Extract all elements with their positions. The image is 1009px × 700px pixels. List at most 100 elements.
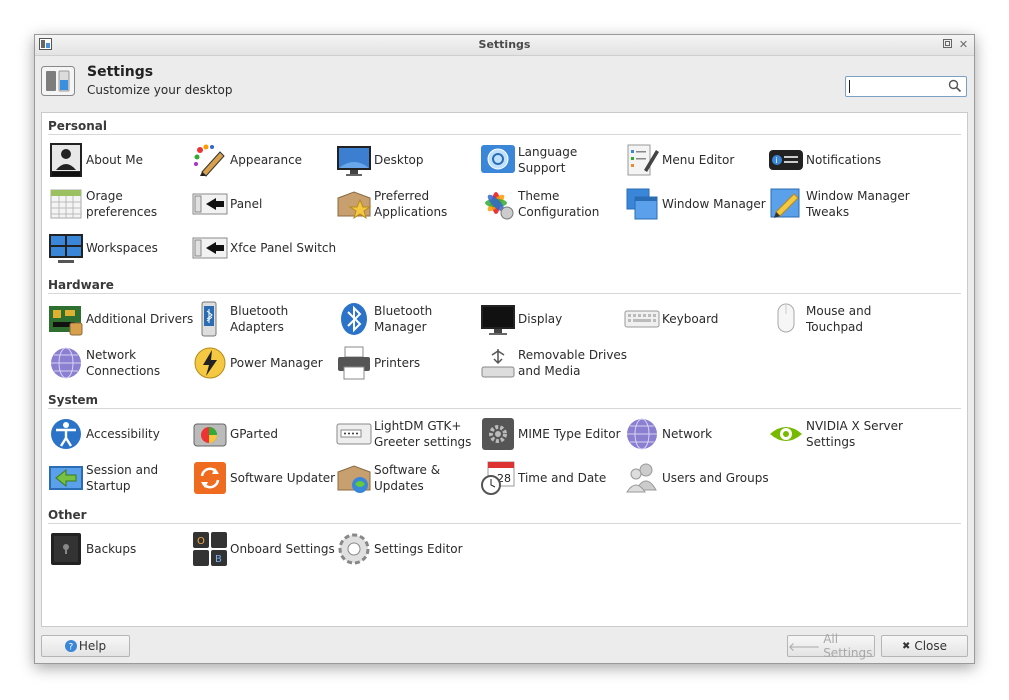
svg-text:B: B <box>215 554 222 565</box>
window-manager-tweaks-item[interactable]: Window Manager Tweaks <box>768 182 910 222</box>
window-manager-item[interactable]: Window Manager <box>624 182 766 222</box>
removable-drive-icon <box>481 349 515 378</box>
software-updater-item[interactable]: Software Updater <box>192 456 335 496</box>
close-icon: ✖ <box>901 640 911 652</box>
lightdm-greeter-settings-item[interactable]: LightDM GTK+ Greeter settings <box>336 412 476 452</box>
keyboard-item[interactable]: Keyboard <box>624 297 764 337</box>
header-subtitle: Customize your desktop <box>87 83 233 97</box>
backups-icon <box>51 533 81 565</box>
language-support-item[interactable]: Language Support <box>480 138 620 178</box>
appearance-icon <box>194 144 225 177</box>
settings-grid: Personal About Me Appearance Desktop Lan… <box>41 112 968 627</box>
display-icon <box>481 305 515 335</box>
menu-editor-item[interactable]: Menu Editor <box>624 138 764 178</box>
xfce-panel-switch-item[interactable]: Xfce Panel Switch <box>192 226 336 266</box>
section-divider <box>48 293 961 294</box>
software-and-updates-item[interactable]: Software & Updates <box>336 456 476 496</box>
text-caret <box>849 80 850 93</box>
users-and-groups-item[interactable]: Users and Groups <box>624 456 769 496</box>
power-manager-item[interactable]: Power Manager <box>192 341 332 381</box>
section-system: System <box>48 393 98 407</box>
users-groups-icon <box>626 463 657 493</box>
software-updates-icon <box>337 465 371 493</box>
settings-editor-icon <box>338 533 370 565</box>
lightdm-icon <box>336 423 372 445</box>
bluetooth-adapters-item[interactable]: Bluetooth Adapters <box>192 297 332 337</box>
onboard-settings-item[interactable]: OB Onboard Settings <box>192 527 335 567</box>
additional-drivers-item[interactable]: Additional Drivers <box>48 297 193 337</box>
theme-configuration-icon <box>485 192 514 220</box>
desktop-icon <box>337 146 371 176</box>
panel-item[interactable]: Panel <box>192 182 332 222</box>
settings-window: Settings ✕ Settings Customize your deskt… <box>34 34 975 664</box>
maximize-button[interactable] <box>941 38 954 51</box>
mime-type-editor-item[interactable]: MIME Type Editor <box>480 412 621 452</box>
gparted-item[interactable]: GParted <box>192 412 332 452</box>
window-manager-icon <box>626 188 658 220</box>
close-button[interactable]: ✖ Close <box>881 635 968 657</box>
svg-text:?: ? <box>68 643 73 653</box>
bluetooth-manager-item[interactable]: Bluetooth Manager <box>336 297 476 337</box>
title-bar: Settings ✕ <box>35 35 974 56</box>
header: Settings Customize your desktop <box>35 56 974 106</box>
svg-text:O: O <box>197 536 205 547</box>
header-title: Settings <box>87 64 154 80</box>
settings-editor-item[interactable]: Settings Editor <box>336 527 476 567</box>
time-date-icon: 28 <box>481 461 515 495</box>
notifications-item[interactable]: i Notifications <box>768 138 908 178</box>
backups-item[interactable]: Backups <box>48 527 188 567</box>
additional-drivers-icon <box>49 306 83 336</box>
keyboard-icon <box>624 310 660 328</box>
close-icon: ✕ <box>958 38 969 51</box>
display-item[interactable]: Display <box>480 297 620 337</box>
accessibility-icon <box>51 419 81 449</box>
nvidia-x-server-settings-item[interactable]: NVIDIA X Server Settings <box>768 412 908 452</box>
window-manager-tweaks-icon <box>770 188 800 218</box>
network-item[interactable]: Network <box>624 412 764 452</box>
all-settings-button[interactable]: 🡐 All Settings <box>787 632 875 660</box>
help-button[interactable]: ? Help <box>41 635 130 657</box>
search-icon[interactable] <box>948 79 962 93</box>
session-and-startup-item[interactable]: Session and Startup <box>48 456 188 496</box>
notifications-icon: i <box>769 150 803 170</box>
theme-configuration-item[interactable]: Theme Configuration <box>480 182 620 222</box>
close-window-button[interactable]: ✕ <box>957 38 970 51</box>
section-hardware: Hardware <box>48 278 114 292</box>
menu-editor-icon <box>627 144 659 176</box>
mouse-icon <box>777 303 795 333</box>
appearance-item[interactable]: Appearance <box>192 138 332 178</box>
printers-item[interactable]: Printers <box>336 341 476 381</box>
section-personal: Personal <box>48 119 107 133</box>
about-me-icon <box>50 143 82 177</box>
about-me-item[interactable]: About Me <box>48 138 188 178</box>
printer-icon <box>338 346 370 380</box>
network-connections-icon <box>51 347 81 379</box>
session-startup-icon <box>49 466 83 490</box>
maximize-icon <box>943 39 952 48</box>
workspaces-item[interactable]: Workspaces <box>48 226 188 266</box>
svg-text:i: i <box>776 156 778 165</box>
preferred-applications-item[interactable]: Preferred Applications <box>336 182 476 222</box>
language-support-icon <box>481 145 515 173</box>
network-connections-item[interactable]: Network Connections <box>48 341 188 381</box>
desktop-item[interactable]: Desktop <box>336 138 476 178</box>
mouse-and-touchpad-item[interactable]: Mouse and Touchpad <box>768 297 908 337</box>
section-divider <box>48 408 961 409</box>
search-input[interactable] <box>845 76 967 97</box>
bluetooth-adapter-icon <box>201 301 217 337</box>
calendar-icon <box>50 189 82 219</box>
back-arrow-icon: 🡐 <box>788 639 821 654</box>
gparted-icon <box>193 423 227 447</box>
orage-preferences-item[interactable]: Orage preferences <box>48 182 188 222</box>
workspaces-icon <box>49 234 83 263</box>
section-divider <box>48 523 961 524</box>
accessibility-item[interactable]: Accessibility <box>48 412 188 452</box>
power-manager-icon <box>194 347 226 379</box>
time-and-date-item[interactable]: 28 Time and Date <box>480 456 620 496</box>
nvidia-icon <box>770 427 802 441</box>
section-divider <box>48 134 961 135</box>
bluetooth-icon <box>341 303 367 335</box>
removable-drives-and-media-item[interactable]: Removable Drives and Media <box>480 341 627 381</box>
mime-type-editor-icon <box>482 418 514 450</box>
network-icon <box>627 418 657 450</box>
